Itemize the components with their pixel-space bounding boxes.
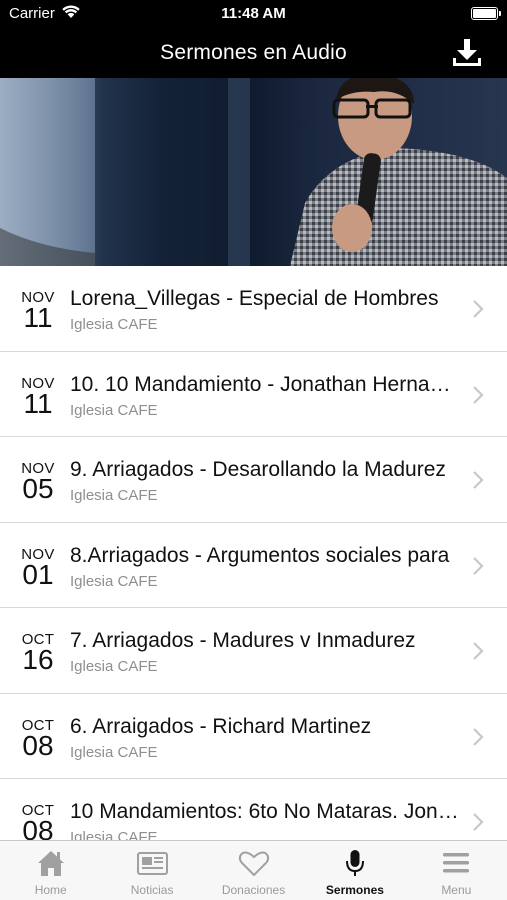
sermon-title: 7. Arriagados - Madures v Inmadurez <box>70 629 416 652</box>
sermon-date: OCT 08 <box>17 803 59 840</box>
tab-home[interactable]: Home <box>0 841 101 900</box>
status-bar: Carrier 11:48 AM <box>0 0 507 28</box>
sermon-day: 11 <box>23 387 53 419</box>
sermon-subtitle: Iglesia CAFE <box>70 401 158 419</box>
chevron-right-icon <box>473 727 484 746</box>
sermon-date: NOV 11 <box>17 290 59 333</box>
sermon-date: NOV 11 <box>17 376 59 419</box>
tab-menu[interactable]: Menu <box>406 841 507 900</box>
chevron-right-icon <box>473 300 484 318</box>
sermon-title: 6. Arraigados - Richard Martinez <box>70 714 372 738</box>
sermon-date: OCT 16 <box>17 632 59 675</box>
menu-icon <box>443 853 470 873</box>
home-icon <box>37 851 64 876</box>
sermon-row[interactable]: NOV 05 9. Arriagados - Desarollando la M… <box>0 437 507 523</box>
sermon-day: 08 <box>22 729 54 761</box>
sermon-list: NOV 11 Lorena_Villegas - Especial de Hom… <box>0 266 507 840</box>
tab-label: Donaciones <box>221 883 286 897</box>
sermon-row[interactable]: OCT 08 10 Mandamientos: 6to No Mataras. … <box>0 779 507 840</box>
chevron-right-icon <box>473 642 484 660</box>
microphone-icon <box>345 850 364 876</box>
nav-bar: Sermones en Audio <box>0 28 507 78</box>
chevron-right-icon <box>473 813 484 831</box>
sermon-row[interactable]: OCT 16 7. Arriagados - Madures v Inmadur… <box>0 608 507 694</box>
battery-icon <box>471 7 501 20</box>
tab-donaciones[interactable]: Donaciones <box>203 841 304 900</box>
sermon-date: OCT 08 <box>17 718 59 761</box>
sermon-date: NOV 05 <box>17 461 59 504</box>
sermon-day: 05 <box>22 473 54 504</box>
hero-image <box>0 78 507 266</box>
sermon-day: 01 <box>22 558 54 590</box>
sermon-subtitle: Iglesia CAFE <box>70 572 158 590</box>
page-title: Sermones en Audio <box>160 41 347 64</box>
tab-label: Noticias <box>130 883 174 897</box>
sermon-day: 11 <box>23 302 53 333</box>
sermon-subtitle: Iglesia CAFE <box>70 829 158 840</box>
chevron-right-icon <box>473 471 484 489</box>
chevron-right-icon <box>473 385 484 404</box>
sermon-day: 16 <box>22 644 54 675</box>
heart-icon <box>238 851 269 877</box>
download-icon[interactable] <box>449 37 485 69</box>
sermon-subtitle: Iglesia CAFE <box>70 487 158 504</box>
sermon-subtitle: Iglesia CAFE <box>70 658 158 675</box>
tab-bar: Home Noticias Donaciones Sermones Menu <box>0 840 507 900</box>
newspaper-icon <box>137 852 169 875</box>
status-time: 11:48 AM <box>221 5 286 22</box>
tab-noticias[interactable]: Noticias <box>101 841 202 900</box>
chevron-right-icon <box>473 556 484 575</box>
sermon-title: 9. Arriagados - Desarollando la Madurez <box>70 458 446 481</box>
sermon-row[interactable]: NOV 01 8.Arriagados - Argumentos sociale… <box>0 523 507 608</box>
tab-sermones[interactable]: Sermones <box>304 841 405 900</box>
sermon-row[interactable]: NOV 11 10. 10 Mandamiento - Jonathan Her… <box>0 352 507 437</box>
tab-label: Menu <box>441 883 472 897</box>
sermon-subtitle: Iglesia CAFE <box>70 743 158 761</box>
tab-label: Home <box>34 883 67 897</box>
preacher-photo <box>0 78 507 266</box>
tab-label: Sermones <box>325 883 384 897</box>
sermon-title: 8.Arriagados - Argumentos sociales para <box>70 543 450 567</box>
sermon-row[interactable]: NOV 11 Lorena_Villegas - Especial de Hom… <box>0 266 507 352</box>
sermon-title: Lorena_Villegas - Especial de Hombres <box>70 287 439 310</box>
sermon-row[interactable]: OCT 08 6. Arraigados - Richard Martinez … <box>0 694 507 779</box>
sermon-title: 10 Mandamientos: 6to No Mataras. Jonatha… <box>70 800 462 823</box>
sermon-date: NOV 01 <box>17 547 59 590</box>
sermon-title: 10. 10 Mandamiento - Jonathan Hernandez <box>70 372 462 396</box>
sermon-subtitle: Iglesia CAFE <box>70 316 158 333</box>
sermon-day: 08 <box>22 815 54 841</box>
